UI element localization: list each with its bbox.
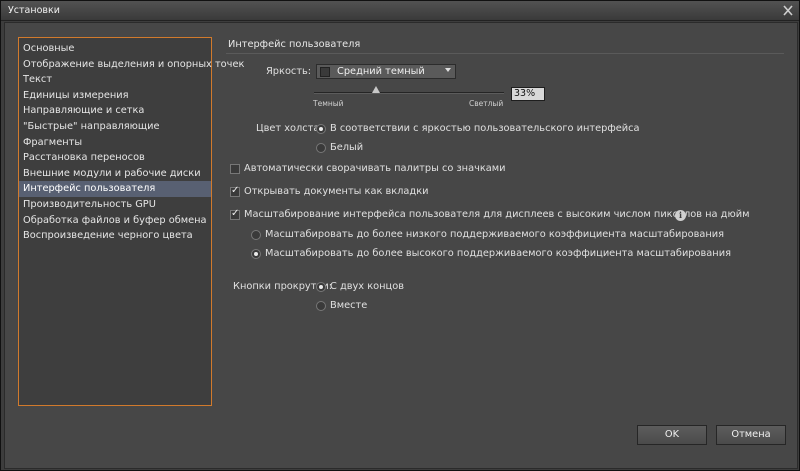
info-icon[interactable]: i xyxy=(675,210,686,221)
slider-label-dark: Темный xyxy=(313,99,344,108)
title-bar[interactable]: Установки xyxy=(1,1,799,21)
sidebar-item-units[interactable]: Единицы измерения xyxy=(19,88,211,104)
auto-collapse-checkbox[interactable] xyxy=(230,164,240,174)
brightness-slider-thumb[interactable] xyxy=(372,86,380,93)
hidpi-scaling-checkbox[interactable] xyxy=(230,208,240,220)
scroll-both-ends-label[interactable]: С двух концов xyxy=(330,281,404,292)
sidebar-item-user-interface[interactable]: Интерфейс пользователя xyxy=(19,181,211,197)
section-title: Интерфейс пользователя xyxy=(228,39,361,50)
category-list[interactable]: Основные Отображение выделения и опорных… xyxy=(18,37,244,406)
window-title: Установки xyxy=(8,5,60,16)
scale-higher-label[interactable]: Масштабировать до более высокого поддерж… xyxy=(265,248,731,259)
sidebar-item-slices[interactable]: Фрагменты xyxy=(19,135,211,151)
open-as-tabs-checkbox[interactable] xyxy=(230,185,240,197)
auto-collapse-label[interactable]: Автоматически сворачивать палитры со зна… xyxy=(244,163,506,174)
brightness-value-field[interactable]: 33% xyxy=(511,87,545,101)
scale-higher-radio[interactable] xyxy=(251,249,261,259)
canvas-color-label: Цвет холста: xyxy=(256,123,323,134)
brightness-swatch xyxy=(320,67,330,77)
slider-label-light: Светлый xyxy=(469,99,504,108)
dialog-body: Основные Отображение выделения и опорных… xyxy=(4,22,798,469)
brightness-label: Яркость: xyxy=(266,66,312,77)
scroll-both-ends-radio[interactable] xyxy=(316,282,326,292)
sidebar-item-smart-guides[interactable]: "Быстрые" направляющие xyxy=(19,119,211,135)
scale-lower-label[interactable]: Масштабировать до более низкого поддержи… xyxy=(265,229,724,240)
cancel-button[interactable]: Отмена xyxy=(716,425,786,445)
open-as-tabs-label[interactable]: Открывать документы как вкладки xyxy=(244,186,429,197)
sidebar-item-type[interactable]: Текст xyxy=(19,72,211,88)
sidebar-item-hyphenation[interactable]: Расстановка переносов xyxy=(19,150,211,166)
scale-lower-radio[interactable] xyxy=(251,230,261,240)
brightness-dropdown[interactable]: Средний темный xyxy=(316,64,456,79)
brightness-slider[interactable] xyxy=(314,92,504,94)
sidebar-item-black-appearance[interactable]: Воспроизведение черного цвета xyxy=(19,228,211,244)
sidebar-item-general[interactable]: Основные xyxy=(19,41,211,57)
section-divider xyxy=(226,53,784,54)
chevron-down-icon xyxy=(445,68,451,72)
sidebar-item-guides-grid[interactable]: Направляющие и сетка xyxy=(19,103,211,119)
brightness-selected-value: Средний темный xyxy=(337,66,425,77)
scroll-together-label[interactable]: Вместе xyxy=(330,300,367,311)
canvas-color-match-radio[interactable] xyxy=(316,124,326,134)
sidebar-item-selection-anchor-display[interactable]: Отображение выделения и опорных точек xyxy=(19,57,244,73)
hidpi-scaling-label[interactable]: Масштабирование интерфейса пользователя … xyxy=(244,209,749,220)
canvas-color-white-radio[interactable] xyxy=(316,143,326,153)
scroll-together-radio[interactable] xyxy=(316,301,326,311)
preferences-window: Установки Основные Отображение выделения… xyxy=(0,0,800,471)
canvas-color-match-label[interactable]: В соответствии с яркостью пользовательск… xyxy=(330,123,640,134)
close-icon[interactable] xyxy=(781,4,795,17)
sidebar-item-file-handling-clipboard[interactable]: Обработка файлов и буфер обмена xyxy=(19,213,211,229)
sidebar-item-plugins-scratch-disks[interactable]: Внешние модули и рабочие диски xyxy=(19,166,211,182)
sidebar-item-gpu-performance[interactable]: Производительность GPU xyxy=(19,197,211,213)
ok-button[interactable]: OK xyxy=(637,425,707,445)
canvas-color-white-label[interactable]: Белый xyxy=(330,142,363,153)
